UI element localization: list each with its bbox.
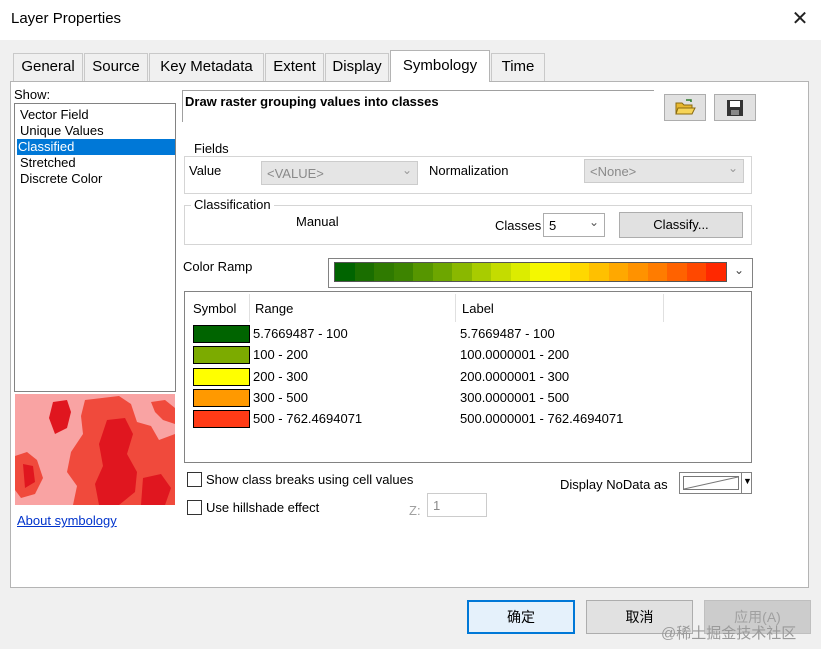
window-title: Layer Properties: [11, 10, 122, 27]
symbology-preview-image: [15, 394, 175, 505]
class-symbol-swatch[interactable]: [193, 410, 250, 428]
color-ramp-segment: [452, 263, 472, 281]
classify-button[interactable]: Classify...: [619, 212, 743, 238]
classes-select-text: 5: [549, 218, 557, 233]
class-label-cell[interactable]: 100.0000001 - 200: [460, 347, 569, 362]
color-ramp-segment: [589, 263, 609, 281]
color-ramp-segment: [706, 263, 726, 281]
symbol-header[interactable]: Symbol: [193, 301, 236, 316]
color-ramp-segment: [569, 263, 590, 281]
tab-time[interactable]: Time: [491, 53, 545, 81]
description-text: Draw raster grouping values into classes: [185, 94, 439, 109]
class-label-cell[interactable]: 300.0000001 - 500: [460, 390, 569, 405]
nodata-color-picker[interactable]: ▼: [679, 472, 752, 494]
class-range-cell[interactable]: 5.7669487 - 100: [253, 326, 348, 341]
color-ramp-segment: [374, 263, 394, 281]
color-ramp-segment: [686, 263, 707, 281]
open-layer-file-button[interactable]: [664, 94, 706, 121]
fields-group-title: Fields: [191, 141, 232, 156]
class-range-cell[interactable]: 200 - 300: [253, 369, 308, 384]
show-class-breaks-label: Show class breaks using cell values: [206, 472, 414, 487]
tab-symbology[interactable]: Symbology: [390, 50, 490, 82]
class-range-cell[interactable]: 100 - 200: [253, 347, 308, 362]
no-color-swatch-icon: [683, 476, 739, 490]
save-layer-file-button[interactable]: [714, 94, 756, 121]
color-ramp-segment: [530, 263, 551, 281]
tab-source[interactable]: Source: [84, 53, 148, 81]
color-ramp-segment: [550, 263, 570, 281]
list-item-classified[interactable]: Classified: [17, 139, 175, 155]
nodata-label: Display NoData as: [560, 477, 668, 492]
show-label: Show:: [14, 87, 51, 102]
chevron-down-icon: ⌄: [588, 215, 599, 229]
normalization-label: Normalization: [429, 163, 509, 178]
tab-extent[interactable]: Extent: [265, 53, 324, 81]
color-ramp-segment: [628, 263, 648, 281]
color-ramp-segment: [608, 263, 629, 281]
class-label-cell[interactable]: 500.0000001 - 762.4694071: [460, 411, 623, 426]
class-symbol-swatch[interactable]: [193, 389, 250, 407]
column-divider: [663, 294, 664, 322]
color-ramp-segment: [393, 263, 414, 281]
renderer-listbox[interactable]: Vector Field Unique Values Classified St…: [14, 103, 176, 392]
label-header[interactable]: Label: [462, 301, 494, 316]
dropdown-arrow-icon: ▼: [743, 476, 752, 486]
column-divider: [455, 294, 456, 322]
about-symbology-link[interactable]: About symbology: [17, 513, 117, 528]
color-ramp-segment: [667, 263, 687, 281]
watermark: @稀土掘金技术社区: [661, 625, 797, 642]
color-ramp-strip: [334, 262, 727, 282]
chevron-down-icon: ⌄: [734, 263, 745, 277]
range-header[interactable]: Range: [255, 301, 293, 316]
value-select[interactable]: <VALUE> ⌄: [261, 161, 418, 185]
classification-method: Manual: [296, 214, 339, 229]
class-label-cell[interactable]: 200.0000001 - 300: [460, 369, 569, 384]
color-ramp-segment: [354, 263, 375, 281]
color-ramp-segment: [335, 263, 355, 281]
show-class-breaks-checkbox[interactable]: [187, 472, 202, 487]
ok-button[interactable]: 确定: [467, 600, 575, 634]
close-icon[interactable]: ✕: [788, 6, 812, 32]
class-symbol-swatch[interactable]: [193, 368, 250, 386]
classes-label: Classes: [495, 218, 542, 233]
list-item-unique-values[interactable]: Unique Values: [19, 123, 104, 139]
dropdown-divider: [741, 473, 742, 493]
classes-select[interactable]: 5 ⌄: [543, 213, 605, 237]
folder-open-icon: [675, 98, 696, 114]
classification-group-title: Classification: [191, 197, 274, 212]
class-label-cell[interactable]: 5.7669487 - 100: [460, 326, 555, 341]
color-ramp-segment: [510, 263, 531, 281]
tab-general[interactable]: General: [13, 53, 83, 81]
color-ramp-segment: [491, 263, 511, 281]
color-ramp-label: Color Ramp: [183, 259, 253, 274]
normalization-select[interactable]: <None> ⌄: [584, 159, 744, 183]
value-label: Value: [189, 163, 222, 178]
class-range-cell[interactable]: 300 - 500: [253, 390, 308, 405]
tab-display[interactable]: Display: [325, 53, 389, 81]
use-hillshade-checkbox[interactable]: [187, 500, 202, 515]
list-item-stretched[interactable]: Stretched: [19, 155, 76, 171]
color-ramp-segment: [647, 263, 668, 281]
value-select-text: <VALUE>: [267, 166, 324, 181]
tab-key-metadata[interactable]: Key Metadata: [149, 53, 264, 81]
z-factor-input[interactable]: 1: [427, 493, 487, 517]
save-disk-icon: [727, 99, 743, 116]
chevron-down-icon: ⌄: [401, 163, 412, 177]
class-symbol-swatch[interactable]: [193, 346, 250, 364]
class-range-cell[interactable]: 500 - 762.4694071: [253, 411, 362, 426]
color-ramp-segment: [432, 263, 453, 281]
class-symbol-swatch[interactable]: [193, 325, 250, 343]
normalization-select-text: <None>: [590, 164, 637, 179]
column-divider: [249, 294, 250, 322]
use-hillshade-label: Use hillshade effect: [206, 500, 320, 515]
title-bar: [0, 0, 821, 40]
color-ramp-segment: [471, 263, 492, 281]
color-ramp-select[interactable]: ⌄: [328, 258, 753, 288]
color-ramp-segment: [413, 263, 433, 281]
list-item-vector-field[interactable]: Vector Field: [19, 107, 89, 123]
z-label: Z:: [409, 503, 421, 518]
list-item-discrete-color[interactable]: Discrete Color: [19, 171, 102, 187]
chevron-down-icon: ⌄: [727, 161, 738, 175]
